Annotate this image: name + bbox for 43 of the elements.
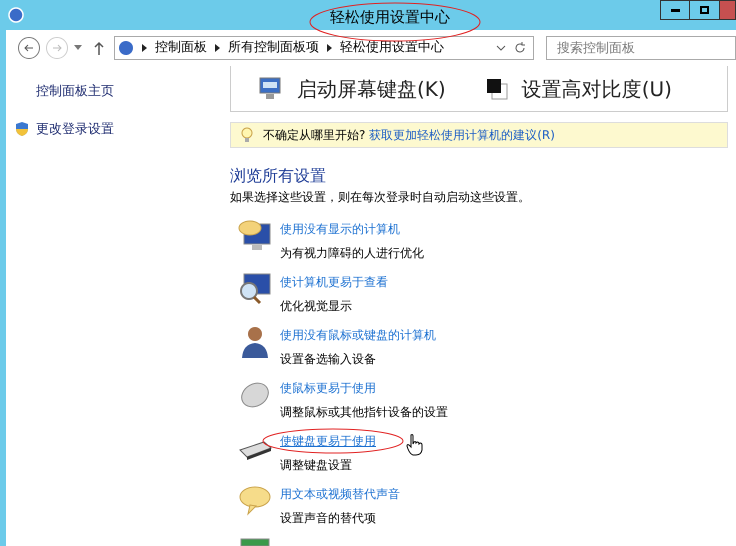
setting-link[interactable]: 用文本或视频替代声音 xyxy=(280,485,400,503)
refresh-icon[interactable] xyxy=(514,42,526,54)
tip-link[interactable]: 获取更加轻松使用计算机的建议(R) xyxy=(369,128,555,142)
quick-action-link[interactable]: 启动屏幕键盘(K) xyxy=(297,74,446,104)
setting-description: 设置备选输入设备 xyxy=(280,351,377,368)
setting-link[interactable]: 使鼠标更易于使用 xyxy=(280,379,448,397)
magnifier-monitor-icon xyxy=(238,271,272,305)
shield-icon xyxy=(14,121,30,138)
breadcrumb-item[interactable]: 控制面板 xyxy=(155,38,207,58)
window-title: 轻松使用设置中心 xyxy=(330,7,450,28)
setting-description: 优化视觉显示 xyxy=(280,298,353,315)
up-arrow-icon[interactable] xyxy=(94,41,104,55)
setting-description: 设置声音的替代项 xyxy=(280,510,377,527)
back-arrow-icon xyxy=(24,43,34,53)
breadcrumb-item[interactable]: 所有控制面板项 xyxy=(228,38,319,58)
minimize-button[interactable] xyxy=(660,0,690,20)
hand-cursor-icon xyxy=(406,434,424,456)
dropdown-caret-icon[interactable] xyxy=(74,45,82,51)
back-button[interactable] xyxy=(18,37,40,59)
close-button[interactable] xyxy=(720,0,736,20)
sidebar-link[interactable]: 控制面板主页 xyxy=(36,82,114,102)
section-description: 如果选择这些设置，则在每次登录时自动启动这些设置。 xyxy=(230,189,531,206)
chevron-right-icon[interactable] xyxy=(327,44,332,52)
quick-action-link[interactable]: 设置高对比度(U) xyxy=(522,74,672,104)
setting-link[interactable]: 使计算机更易于查看 xyxy=(280,273,388,291)
dropdown-chevron-icon[interactable] xyxy=(496,45,506,51)
setting-description: 调整鼠标或其他指针设备的设置 xyxy=(280,404,448,421)
setting-description: 调整键盘设置 xyxy=(280,457,353,474)
keyboard-monitor-icon xyxy=(257,76,283,102)
contrast-icon xyxy=(486,78,508,100)
tip-text: 不确定从哪里开始? xyxy=(263,128,366,142)
sidebar-link[interactable]: 更改登录设置 xyxy=(36,120,114,139)
lightbulb-icon xyxy=(241,127,253,144)
maximize-button[interactable] xyxy=(690,0,720,20)
monitor-speech-icon xyxy=(238,218,272,252)
setting-description: 为有视力障碍的人进行优化 xyxy=(280,245,424,262)
section-title: 浏览所有设置 xyxy=(230,165,327,187)
search-field[interactable]: 搜索控制面板 xyxy=(546,36,736,60)
forward-arrow-icon xyxy=(52,43,62,53)
setting-link[interactable]: 使用没有鼠标或键盘的计算机 xyxy=(280,326,436,344)
setting-link[interactable]: 使用没有显示的计算机 xyxy=(280,220,424,238)
chevron-right-icon[interactable] xyxy=(215,44,220,52)
chevron-right-icon[interactable] xyxy=(142,44,147,52)
